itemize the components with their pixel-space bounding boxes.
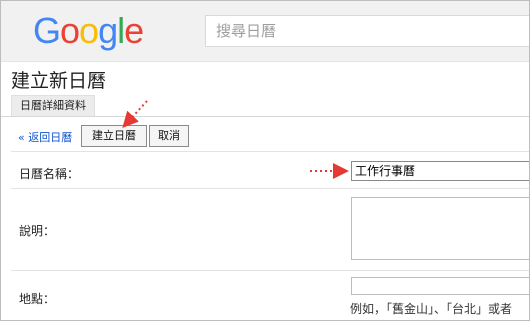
- app-frame: Google 搜尋日曆 建立新日曆 日曆詳細資料 « 返回日曆 建立日曆 取消 …: [0, 0, 530, 321]
- arrow-to-create-button: [122, 100, 148, 128]
- annotation-arrows: [122, 100, 349, 179]
